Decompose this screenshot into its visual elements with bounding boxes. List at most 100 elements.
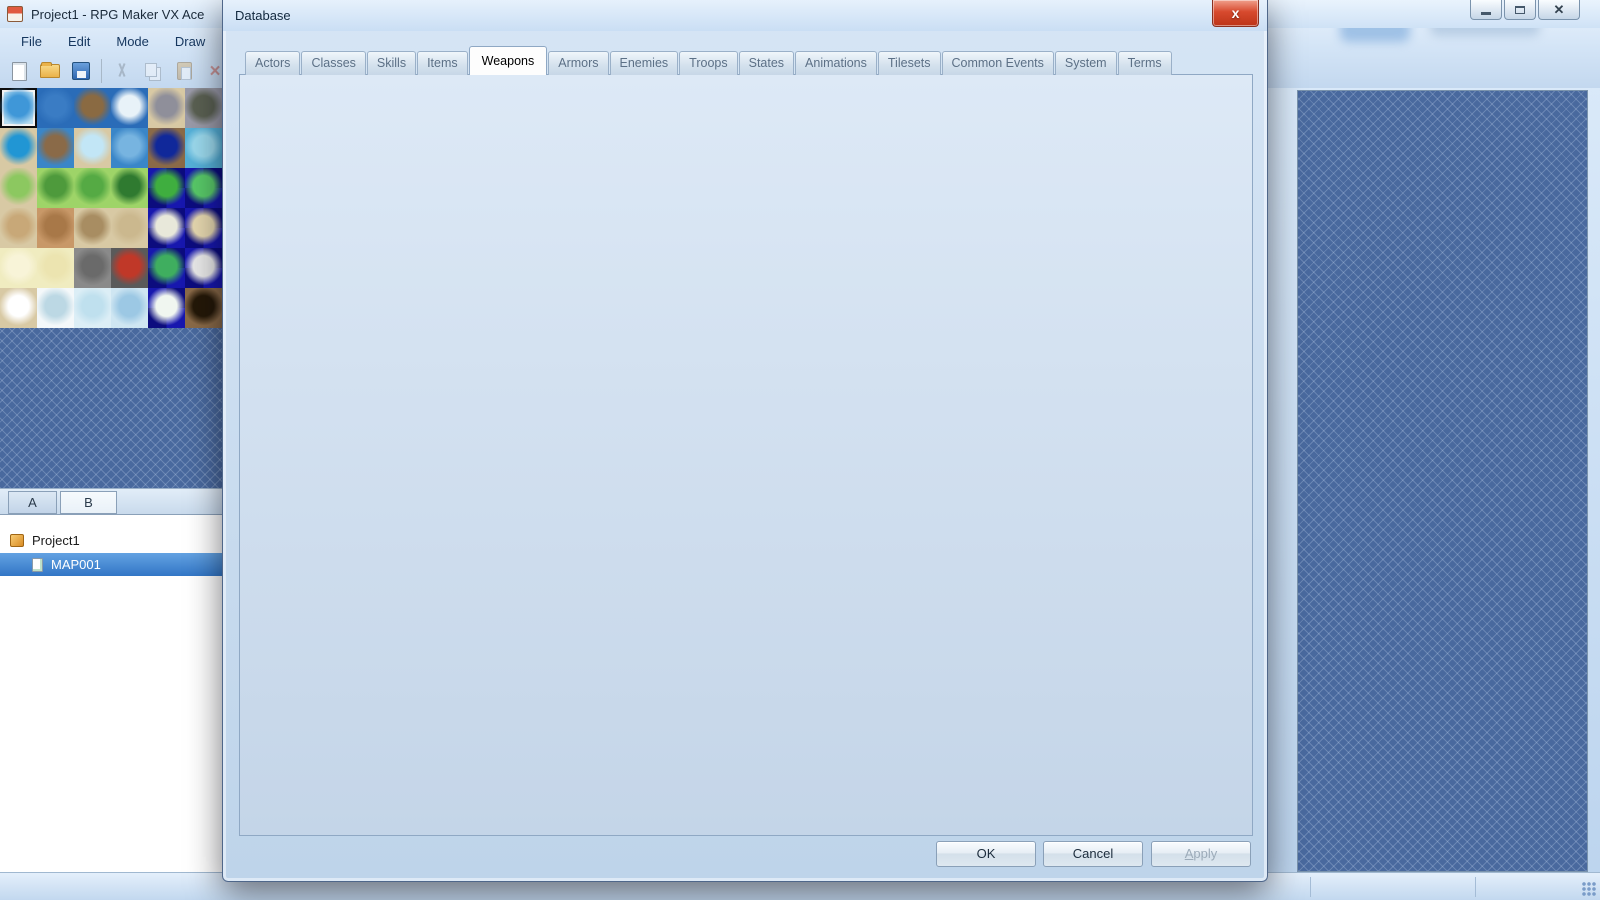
- tile-art: [185, 208, 222, 248]
- palette-tile[interactable]: [148, 248, 185, 288]
- palette-tile[interactable]: [148, 128, 185, 168]
- database-tab[interactable]: Terms: [1118, 51, 1172, 75]
- database-tab[interactable]: Enemies: [610, 51, 679, 75]
- database-tab[interactable]: Animations: [795, 51, 877, 75]
- menu-item[interactable]: Mode: [103, 30, 162, 53]
- dialog-content: [239, 74, 1253, 836]
- palette-tile[interactable]: [37, 288, 74, 328]
- save-icon: [72, 62, 90, 80]
- database-tab[interactable]: Armors: [548, 51, 608, 75]
- database-tab[interactable]: States: [739, 51, 794, 75]
- palette-tile[interactable]: [111, 288, 148, 328]
- database-tab[interactable]: Troops: [679, 51, 737, 75]
- palette-tile[interactable]: [148, 168, 185, 208]
- copy-button[interactable]: [142, 59, 164, 83]
- tile-art: [37, 88, 74, 128]
- database-tab[interactable]: System: [1055, 51, 1117, 75]
- tile-art: [148, 288, 185, 328]
- tree-item-map[interactable]: MAP001: [0, 553, 222, 576]
- tile-art: [111, 248, 148, 288]
- cut-button[interactable]: [111, 59, 133, 83]
- minimize-button[interactable]: [1470, 0, 1502, 20]
- close-icon: x: [1232, 5, 1240, 21]
- palette-tile[interactable]: [74, 88, 111, 128]
- database-tab[interactable]: Skills: [367, 51, 416, 75]
- paste-button[interactable]: [173, 59, 195, 83]
- map-editor-canvas[interactable]: [1297, 90, 1588, 872]
- palette-tab-b[interactable]: B: [60, 491, 117, 514]
- maximize-button[interactable]: [1504, 0, 1536, 20]
- project-tree: Project1 MAP001: [0, 514, 222, 872]
- database-tab[interactable]: Common Events: [942, 51, 1054, 75]
- close-icon: ✕: [1554, 3, 1565, 16]
- palette-tile[interactable]: [74, 248, 111, 288]
- database-tab[interactable]: Weapons: [469, 46, 548, 75]
- database-tab[interactable]: Tilesets: [878, 51, 941, 75]
- palette-tile[interactable]: [185, 288, 222, 328]
- palette-tile[interactable]: [185, 208, 222, 248]
- tile-art: [148, 248, 185, 288]
- palette-tile[interactable]: [74, 288, 111, 328]
- palette-tile[interactable]: [37, 128, 74, 168]
- palette-tab-a[interactable]: A: [8, 491, 57, 514]
- palette-tile[interactable]: [111, 88, 148, 128]
- open-project-button[interactable]: [39, 59, 61, 83]
- tile-art: [0, 88, 37, 128]
- palette-tile[interactable]: [111, 208, 148, 248]
- palette-tile[interactable]: [185, 128, 222, 168]
- ok-button[interactable]: OK: [936, 841, 1036, 867]
- menu-item[interactable]: Draw: [162, 30, 218, 53]
- dialog-titlebar[interactable]: Database: [223, 0, 1267, 31]
- tile-art: [148, 168, 185, 208]
- palette-tile[interactable]: [74, 128, 111, 168]
- palette-tile[interactable]: [0, 88, 37, 128]
- palette-tile[interactable]: [185, 248, 222, 288]
- palette-tile[interactable]: [0, 128, 37, 168]
- palette-tile[interactable]: [0, 168, 37, 208]
- cancel-button[interactable]: Cancel: [1043, 841, 1143, 867]
- palette-tile[interactable]: [185, 168, 222, 208]
- menu-item[interactable]: File: [8, 30, 55, 53]
- main-window-title: Project1 - RPG Maker VX Ace: [31, 7, 204, 22]
- status-separator: [1310, 877, 1311, 897]
- tile-art: [0, 288, 37, 328]
- close-button[interactable]: ✕: [1538, 0, 1580, 20]
- palette-tile[interactable]: [148, 88, 185, 128]
- tree-item-project[interactable]: Project1: [0, 529, 222, 551]
- palette-tile[interactable]: [185, 88, 222, 128]
- tile-art: [0, 208, 37, 248]
- palette-tile[interactable]: [148, 288, 185, 328]
- tile-art: [74, 128, 111, 168]
- tile-art: [185, 128, 222, 168]
- palette-tile[interactable]: [74, 208, 111, 248]
- tile-art: [111, 168, 148, 208]
- tile-art: [37, 288, 74, 328]
- palette-tile[interactable]: [111, 248, 148, 288]
- apply-button[interactable]: Apply: [1151, 841, 1251, 867]
- app-icon: [7, 6, 23, 22]
- palette-tile[interactable]: [148, 208, 185, 248]
- palette-tile[interactable]: [111, 128, 148, 168]
- palette-tile[interactable]: [0, 248, 37, 288]
- menu-item[interactable]: Edit: [55, 30, 103, 53]
- resize-grip[interactable]: [1582, 882, 1596, 896]
- tile-art: [37, 168, 74, 208]
- palette-tile[interactable]: [74, 168, 111, 208]
- tile-art: [185, 88, 222, 128]
- palette-tile[interactable]: [37, 248, 74, 288]
- tile-art: [185, 168, 222, 208]
- save-project-button[interactable]: [70, 59, 92, 83]
- palette-tile[interactable]: [37, 88, 74, 128]
- palette-tile[interactable]: [111, 168, 148, 208]
- map-file-icon: [32, 558, 43, 572]
- palette-tile[interactable]: [37, 168, 74, 208]
- database-tab[interactable]: Actors: [245, 51, 300, 75]
- database-tab[interactable]: Items: [417, 51, 468, 75]
- palette-tile[interactable]: [37, 208, 74, 248]
- tile-art: [0, 248, 37, 288]
- dialog-close-button[interactable]: x: [1212, 0, 1259, 27]
- palette-tile[interactable]: [0, 208, 37, 248]
- new-project-button[interactable]: [8, 59, 30, 83]
- database-tab[interactable]: Classes: [301, 51, 365, 75]
- palette-tile[interactable]: [0, 288, 37, 328]
